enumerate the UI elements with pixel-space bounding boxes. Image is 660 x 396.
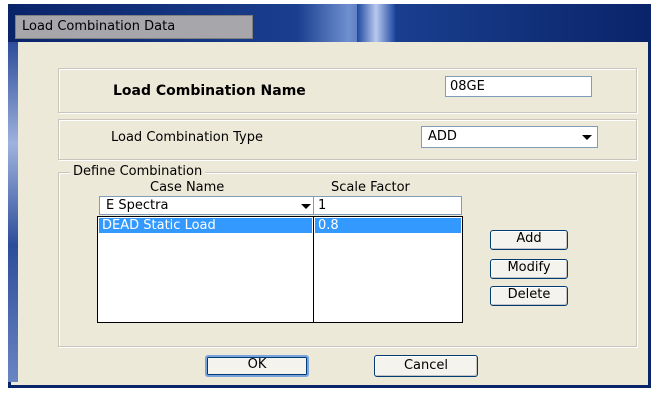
window-title: Load Combination Data xyxy=(15,15,253,39)
chevron-down-icon xyxy=(301,204,311,209)
combination-type-value: ADD xyxy=(428,129,457,144)
case-name-select[interactable]: E Spectra xyxy=(99,196,317,215)
delete-button[interactable]: Delete xyxy=(490,286,568,306)
case-name-list[interactable]: DEAD Static Load xyxy=(97,216,314,323)
combination-name-label: Load Combination Name xyxy=(113,83,306,99)
combination-type-label: Load Combination Type xyxy=(111,130,263,145)
title-bar[interactable]: Load Combination Data xyxy=(11,4,648,42)
title-bar-accent xyxy=(357,4,395,42)
define-combination-legend: Define Combination xyxy=(70,164,206,179)
window-edge xyxy=(8,42,18,382)
modify-button[interactable]: Modify xyxy=(490,259,568,279)
combination-type-select[interactable]: ADD xyxy=(421,126,598,148)
scale-factor-list[interactable]: 0.8 xyxy=(313,216,463,323)
case-name-value: E Spectra xyxy=(106,198,169,213)
load-combination-dialog: Load Combination Data Load Combination N… xyxy=(8,4,651,388)
cancel-button[interactable]: Cancel xyxy=(374,355,478,377)
list-item[interactable]: DEAD Static Load xyxy=(99,218,312,233)
case-name-header: Case Name xyxy=(150,180,225,195)
chevron-down-icon xyxy=(582,135,592,140)
scale-factor-header: Scale Factor xyxy=(331,180,410,195)
ok-button[interactable]: OK xyxy=(205,355,309,377)
scale-factor-input[interactable]: 1 xyxy=(313,196,462,215)
combination-name-input[interactable]: 08GE xyxy=(445,76,592,97)
add-button[interactable]: Add xyxy=(490,230,568,250)
list-item[interactable]: 0.8 xyxy=(315,218,461,233)
